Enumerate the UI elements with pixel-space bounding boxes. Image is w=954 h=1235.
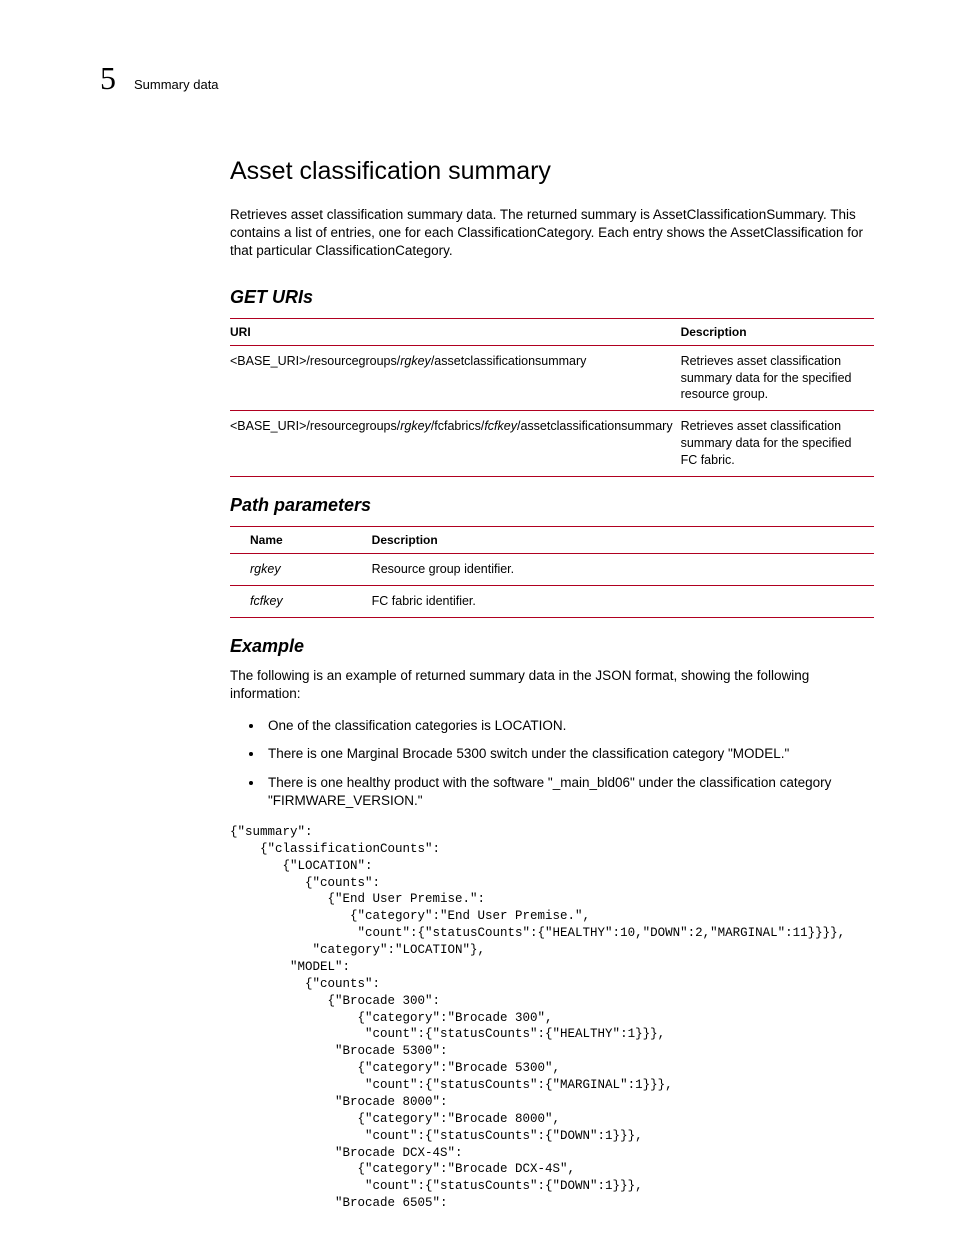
path-params-heading: Path parameters: [230, 495, 874, 516]
code-block: {"summary": {"classificationCounts": {"L…: [100, 824, 874, 1212]
table-row: <BASE_URI>/resourcegroups/rgkey/assetcla…: [230, 345, 874, 411]
section-intro: Retrieves asset classification summary d…: [230, 206, 874, 261]
description-column-header: Description: [372, 526, 874, 553]
get-uris-heading: GET URIs: [230, 287, 874, 308]
example-heading: Example: [230, 636, 874, 657]
chapter-number: 5: [100, 60, 116, 97]
uri-column-header: URI: [230, 318, 681, 345]
path-params-table: Name Description rgkey Resource group id…: [230, 526, 874, 618]
example-intro: The following is an example of returned …: [230, 667, 874, 703]
get-uris-table: URI Description <BASE_URI>/resourcegroup…: [230, 318, 874, 477]
page-header: 5 Summary data: [100, 60, 874, 97]
list-item: There is one healthy product with the so…: [264, 774, 874, 810]
list-item: One of the classification categories is …: [264, 717, 874, 735]
description-column-header: Description: [681, 318, 874, 345]
table-row: fcfkey FC fabric identifier.: [230, 585, 874, 617]
list-item: There is one Marginal Brocade 5300 switc…: [264, 745, 874, 763]
description-cell: Retrieves asset classification summary d…: [681, 345, 874, 411]
example-bullets: One of the classification categories is …: [264, 717, 874, 810]
param-description-cell: FC fabric identifier.: [372, 585, 874, 617]
content-area: Asset classification summary Retrieves a…: [230, 157, 874, 1212]
name-column-header: Name: [230, 526, 372, 553]
description-cell: Retrieves asset classification summary d…: [681, 411, 874, 477]
uri-cell: <BASE_URI>/resourcegroups/rgkey/fcfabric…: [230, 411, 681, 477]
table-row: <BASE_URI>/resourcegroups/rgkey/fcfabric…: [230, 411, 874, 477]
param-name-cell: rgkey: [230, 553, 372, 585]
section-title: Asset classification summary: [230, 157, 874, 186]
param-name-cell: fcfkey: [230, 585, 372, 617]
running-head: Summary data: [134, 77, 219, 92]
uri-cell: <BASE_URI>/resourcegroups/rgkey/assetcla…: [230, 345, 681, 411]
param-description-cell: Resource group identifier.: [372, 553, 874, 585]
table-row: rgkey Resource group identifier.: [230, 553, 874, 585]
